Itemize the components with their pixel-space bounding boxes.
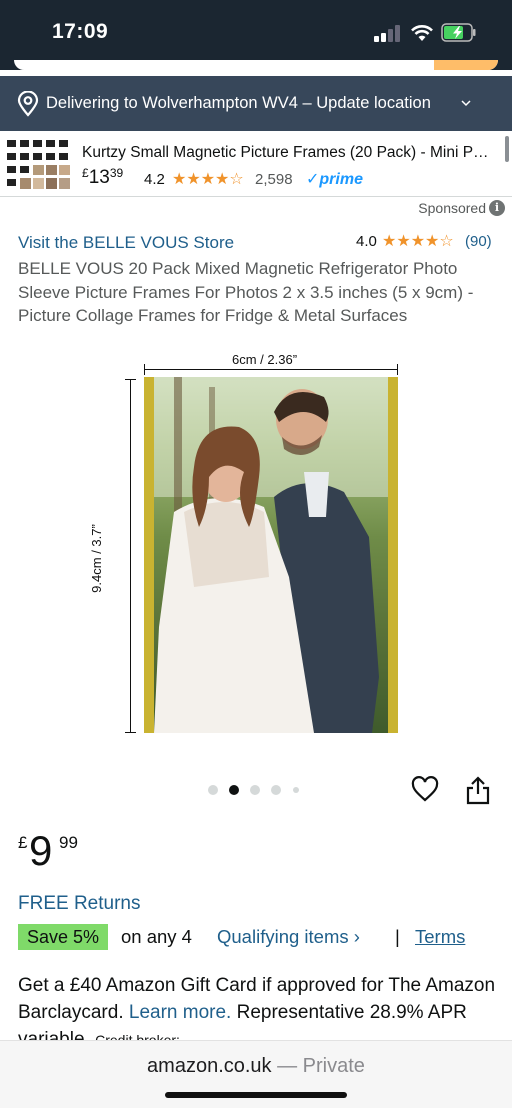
- price-currency: £: [18, 833, 28, 852]
- sponsored-product-price: £1339: [82, 166, 124, 189]
- price-currency: £: [82, 166, 89, 180]
- sponsored-product-rating-count: 2,598: [255, 171, 293, 188]
- qualifying-items-link[interactable]: Qualifying items ›: [217, 926, 360, 948]
- carousel-dot[interactable]: [250, 785, 260, 795]
- product-rating[interactable]: 4.0: [356, 233, 377, 250]
- heart-icon[interactable]: [411, 776, 439, 804]
- magnetic-frame: [144, 377, 398, 733]
- sponsored-product-thumbnail: [4, 137, 72, 193]
- search-bar-edge[interactable]: [14, 60, 498, 70]
- product-title: BELLE VOUS 20 Pack Mixed Magnetic Refrig…: [18, 259, 474, 325]
- delivery-location-text: Delivering to Wolverhampton WV4 – Update…: [46, 94, 431, 112]
- save-badge: Save 5%: [18, 924, 109, 950]
- product-image-carousel[interactable]: 6cm / 2.36” 9.4cm / 3.7”: [0, 352, 512, 752]
- sponsored-label: Sponsored: [418, 200, 486, 216]
- carousel-dot[interactable]: [271, 785, 281, 795]
- url-domain: amazon.co.uk: [147, 1055, 272, 1077]
- scroll-indicator: [505, 136, 509, 162]
- product-stars[interactable]: ★★★★☆: [382, 231, 454, 251]
- price-cents: 39: [109, 166, 124, 180]
- learn-more-link[interactable]: Learn more.: [129, 1002, 231, 1023]
- store-link[interactable]: Visit the BELLE VOUS Store: [18, 233, 234, 253]
- price-cents: 99: [59, 833, 78, 852]
- product-rating-count[interactable]: (90): [465, 233, 492, 250]
- carousel-dot[interactable]: [208, 785, 218, 795]
- carousel-dot-active[interactable]: [229, 785, 239, 795]
- sponsored-product-stars: ★★★★☆: [172, 171, 244, 188]
- private-mode-label: — Private: [277, 1055, 365, 1077]
- save-condition-text: on any 4: [121, 926, 192, 947]
- battery-icon: [441, 23, 476, 42]
- sponsored-product-card[interactable]: Kurtzy Small Magnetic Picture Frames (20…: [0, 133, 512, 197]
- status-time: 17:09: [52, 20, 109, 43]
- width-dimension-line: [144, 364, 398, 375]
- carousel-dots[interactable]: [208, 785, 308, 795]
- sponsored-product-rating: 4.2: [144, 171, 165, 188]
- browser-url-bar[interactable]: amazon.co.uk — Private: [0, 1040, 512, 1108]
- height-dimension-label: 9.4cm / 3.7”: [88, 524, 104, 593]
- sponsored-product-title[interactable]: Kurtzy Small Magnetic Picture Frames (20…: [82, 144, 500, 162]
- prime-badge: ✓prime: [306, 171, 363, 188]
- home-indicator[interactable]: [165, 1092, 347, 1098]
- location-pin-icon: [17, 91, 39, 117]
- product-rating-value: 4.0: [356, 233, 377, 250]
- wifi-icon: [411, 25, 433, 41]
- info-icon[interactable]: i: [489, 200, 505, 216]
- search-button-edge[interactable]: [434, 60, 498, 70]
- delivery-location-bar[interactable]: Delivering to Wolverhampton WV4 – Update…: [0, 76, 512, 131]
- terms-link[interactable]: Terms: [415, 926, 465, 948]
- cellular-signal-icon: [374, 24, 402, 42]
- status-bar: 17:09: [0, 0, 512, 70]
- chevron-down-icon: [461, 100, 471, 107]
- couple-photo-illustration: [154, 377, 388, 733]
- width-dimension-label: 6cm / 2.36”: [232, 352, 298, 367]
- share-icon[interactable]: [465, 775, 491, 805]
- free-returns-link[interactable]: FREE Returns: [18, 893, 140, 915]
- price-whole: 13: [88, 167, 110, 188]
- url-display[interactable]: amazon.co.uk — Private: [0, 1055, 512, 1078]
- height-dimension-line: [125, 379, 136, 733]
- carousel-dot[interactable]: [293, 787, 299, 793]
- price-whole: 9: [29, 827, 53, 874]
- separator: |: [395, 926, 400, 947]
- product-photo: [154, 377, 388, 733]
